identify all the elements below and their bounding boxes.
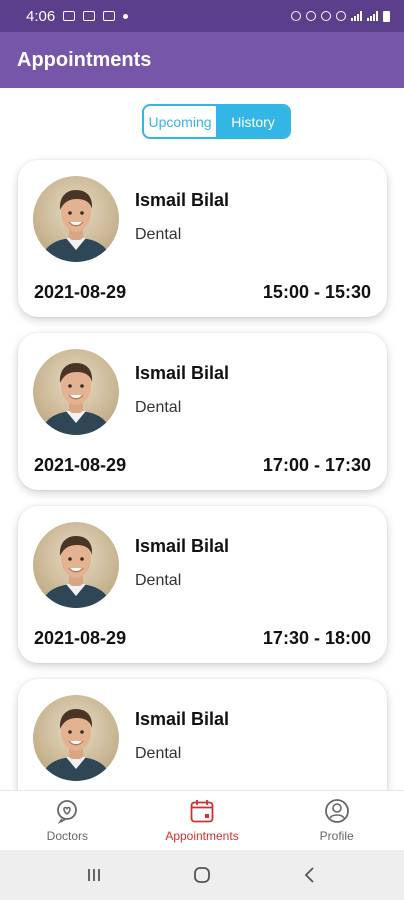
appointment-card[interactable]: Ismail Bilal Dental 2021-08-29 17:30 - 1… (18, 506, 387, 663)
app-bar: Appointments (0, 32, 404, 88)
status-time: 4:06 (26, 7, 56, 25)
status-right (291, 10, 390, 22)
doctor-specialty: Dental (135, 226, 182, 243)
tab-history[interactable]: History (217, 106, 289, 137)
appointment-list[interactable]: Ismail Bilal Dental 2021-08-29 15:00 - 1… (0, 155, 404, 790)
home-button[interactable] (187, 860, 217, 890)
doctor-specialty: Dental (135, 399, 182, 416)
key-icon (291, 11, 301, 21)
appointment-card[interactable]: Ismail Bilal Dental 2021-08-29 15:00 - 1… (18, 160, 387, 317)
signal-icon-2 (367, 11, 378, 21)
location-icon (336, 11, 346, 21)
nav-appointments[interactable]: Appointments (135, 791, 270, 850)
message-icon (103, 11, 116, 21)
recents-button[interactable] (79, 860, 109, 890)
system-nav-bar (0, 850, 404, 900)
doctor-name: Ismail Bilal (135, 536, 230, 556)
home-icon (194, 867, 210, 883)
calendar-icon (189, 798, 215, 824)
doctor-avatar (33, 695, 119, 781)
notification-icon (83, 11, 96, 21)
bottom-nav: Doctors Appointments Profile (0, 790, 404, 850)
appointment-time: 17:30 - 18:00 (262, 628, 371, 648)
heart-bubble-icon (54, 798, 80, 824)
status-bar: 4:06 (0, 0, 404, 32)
doctor-avatar (33, 522, 119, 608)
doctor-avatar (33, 349, 119, 435)
tab-upcoming[interactable]: Upcoming (144, 106, 217, 137)
nav-profile[interactable]: Profile (269, 791, 404, 850)
nav-doctors[interactable]: Doctors (0, 791, 135, 850)
doctor-name: Ismail Bilal (135, 709, 230, 729)
signal-icon (351, 11, 362, 21)
page-title: Appointments (17, 48, 152, 71)
recents-icon (88, 869, 100, 881)
appointment-card[interactable]: Ismail Bilal Dental 2021-08-29 17:00 - 1… (18, 333, 387, 490)
back-icon (304, 867, 314, 883)
doctor-name: Ismail Bilal (135, 363, 230, 383)
battery-icon (383, 10, 390, 22)
user-circle-icon (324, 798, 350, 824)
doctor-avatar (33, 176, 119, 262)
appointment-date: 2021-08-29 (34, 455, 127, 475)
appointment-card[interactable]: Ismail Bilal Dental (18, 679, 387, 790)
doctor-name: Ismail Bilal (135, 190, 230, 210)
dot-icon (123, 13, 129, 19)
appointments-toggle: Upcoming History (142, 104, 291, 139)
nav-appointments-label: Appointments (165, 829, 239, 843)
doctor-specialty: Dental (135, 745, 182, 762)
alarm-icon (321, 11, 331, 21)
appointment-date: 2021-08-29 (34, 628, 127, 648)
status-left: 4:06 (26, 7, 129, 25)
nav-doctors-label: Doctors (46, 829, 88, 843)
doctor-specialty: Dental (135, 572, 182, 589)
appointment-time: 15:00 - 15:30 (262, 282, 371, 302)
appointment-date: 2021-08-29 (34, 282, 127, 302)
lock-icon (306, 11, 316, 21)
gallery-icon (63, 11, 76, 21)
appointment-time: 17:00 - 17:30 (262, 455, 371, 475)
nav-profile-label: Profile (319, 829, 354, 843)
back-button[interactable] (295, 860, 325, 890)
